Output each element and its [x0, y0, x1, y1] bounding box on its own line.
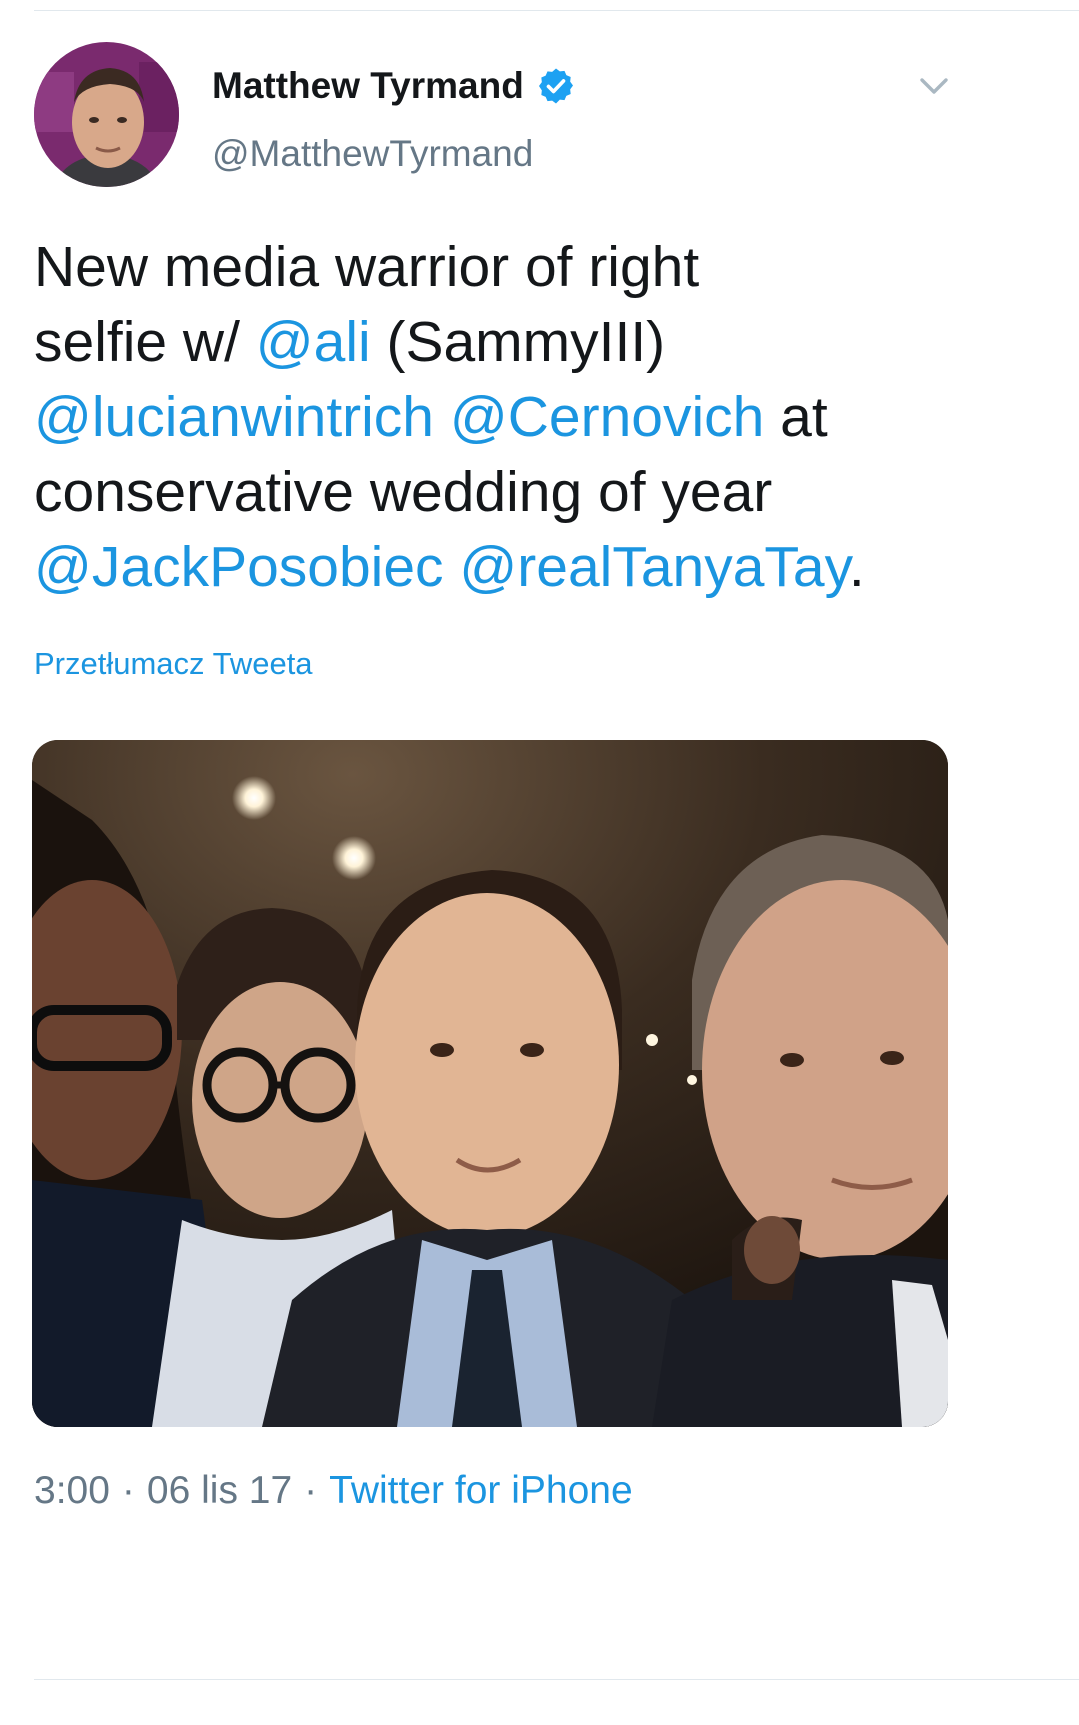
tweet-text-segment: selfie w/	[34, 310, 256, 374]
tweet-text-segment: (SammyIII)	[370, 310, 666, 374]
tweet-meta: 3:00 · 06 lis 17 · Twitter for iPhone	[34, 1465, 633, 1517]
meta-separator: ·	[304, 1469, 318, 1512]
avatar-photo	[34, 42, 179, 187]
chevron-down-icon[interactable]	[916, 68, 952, 104]
tweet-photo[interactable]	[32, 740, 948, 1427]
tweet-text-segment	[444, 535, 460, 599]
tweet-date[interactable]: 06 lis 17	[147, 1469, 292, 1512]
author-display-name[interactable]: Matthew Tyrmand	[212, 60, 576, 112]
tweet-text-segment: .	[848, 535, 865, 599]
tweet-text-segment: at	[764, 385, 828, 449]
author-handle[interactable]: @MatthewTyrmand	[212, 128, 533, 180]
mention-link[interactable]: @Cernovich	[450, 385, 764, 449]
bottom-divider	[34, 1679, 1079, 1680]
selfie-photo	[32, 740, 948, 1427]
mention-link[interactable]: @lucianwintrich	[34, 385, 434, 449]
tweet-text-line: conservative wedding of year	[34, 460, 773, 524]
verified-badge-icon	[536, 66, 576, 106]
tweet-text-segment	[434, 385, 450, 449]
mention-link[interactable]: @realTanyaTay	[459, 535, 848, 599]
tweet-text: New media warrior of right selfie w/ @ali…	[34, 230, 1044, 605]
mention-link[interactable]: @JackPosobiec	[34, 535, 444, 599]
translate-tweet-link[interactable]: Przetłumacz Tweeta	[34, 642, 313, 686]
tweet-text-line: New media warrior of right	[34, 235, 700, 299]
tweet-time[interactable]: 3:00	[34, 1469, 110, 1512]
tweet-source-link[interactable]: Twitter for iPhone	[329, 1469, 632, 1512]
author-avatar[interactable]	[34, 42, 179, 187]
mention-link[interactable]: @ali	[256, 310, 371, 374]
top-divider	[34, 10, 1079, 11]
author-name-text: Matthew Tyrmand	[212, 65, 524, 106]
meta-separator: ·	[121, 1469, 135, 1512]
